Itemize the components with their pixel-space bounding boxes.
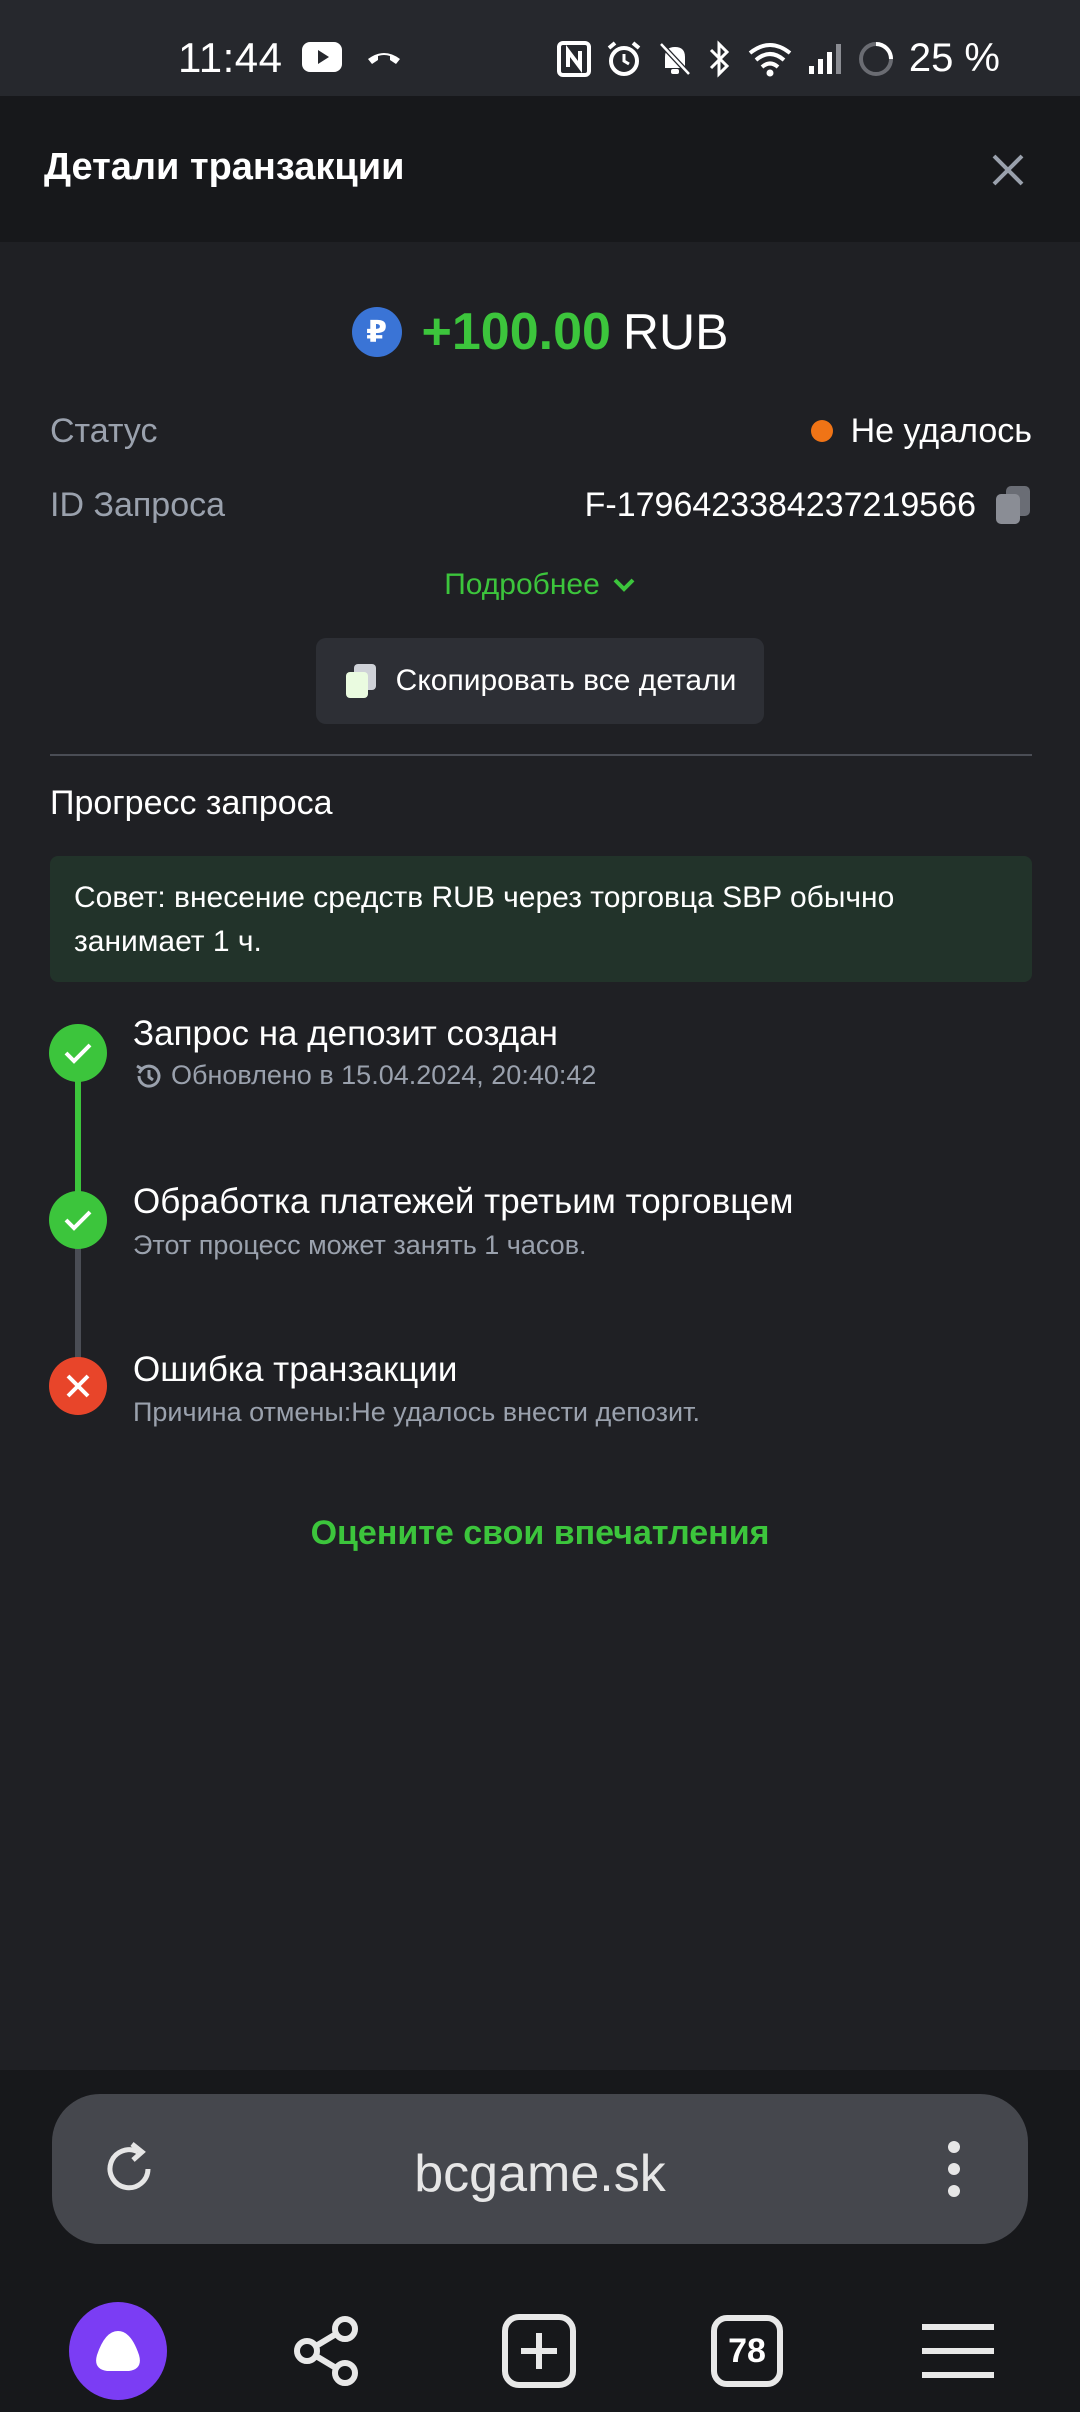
history-icon <box>136 1064 161 1088</box>
step-subtitle: Этот процесс может занять 1 часов. <box>133 1230 587 1260</box>
alarm-icon <box>607 40 641 76</box>
tabs-button[interactable]: 78 <box>692 2296 802 2406</box>
step-title: Ошибка транзакции <box>133 1350 458 1389</box>
chevron-down-icon <box>613 578 635 592</box>
bell-off-icon <box>659 41 691 76</box>
request-id-row: ID Запроса F-1796423384237219566 <box>50 480 1032 530</box>
amount-currency: RUB <box>622 304 729 360</box>
copy-icon[interactable] <box>994 484 1032 526</box>
browser-nav: 78 <box>0 2296 1080 2406</box>
battery-level: 25 % <box>908 36 1000 80</box>
request-id-label: ID Запроса <box>50 485 226 524</box>
status-label: Статус <box>50 411 158 450</box>
status-bar: 11:44 25 % <box>0 0 1080 96</box>
status-value: Не удалось <box>850 411 1032 450</box>
copy-all-details-button[interactable]: Скопировать все детали <box>316 638 764 724</box>
tip-box: Совет: внесение средств RUB через торгов… <box>50 856 1032 982</box>
share-button[interactable] <box>272 2296 382 2406</box>
copy-all-label: Скопировать все детали <box>395 664 737 697</box>
request-id-value: F-1796423384237219566 <box>584 485 976 524</box>
step-title: Обработка платежей третьим торговцем <box>133 1182 794 1221</box>
status-row: Статус Не удалось <box>50 406 1032 456</box>
address-bar[interactable]: bcgame.sk <box>52 2094 1028 2244</box>
signal-icon <box>808 43 841 74</box>
url-text: bcgame.sk <box>414 2145 666 2203</box>
menu-button[interactable] <box>903 2296 1013 2406</box>
alice-button[interactable] <box>63 2296 173 2406</box>
close-icon <box>66 1374 90 1398</box>
header: Детали транзакции <box>0 96 1080 242</box>
step-updated-time: Обновлено в 15.04.2024, 20:40:42 <box>171 1060 597 1090</box>
more-details-label: Подробнее <box>444 568 600 601</box>
more-details-link[interactable]: Подробнее <box>0 568 1080 602</box>
nfc-icon <box>556 40 591 77</box>
new-tab-button[interactable] <box>484 2296 594 2406</box>
step-error-indicator <box>49 1357 107 1415</box>
alice-icon <box>69 2302 167 2400</box>
close-button[interactable] <box>986 148 1030 192</box>
bluetooth-icon <box>709 39 729 78</box>
step-done-indicator <box>49 1024 107 1082</box>
hamburger-menu-icon <box>922 2324 994 2378</box>
share-icon <box>294 2316 358 2386</box>
amount-value: +100.00 <box>421 303 611 361</box>
step-subtitle: Причина отмены:Не удалось внести депозит… <box>133 1397 700 1427</box>
progress-title: Прогресс запроса <box>50 784 333 822</box>
page-title: Детали транзакции <box>44 146 405 188</box>
tabs-count: 78 <box>711 2315 783 2387</box>
close-icon <box>992 154 1024 186</box>
rate-experience-link[interactable]: Оцените свои впечатления <box>0 1514 1080 1553</box>
check-icon <box>64 1210 92 1231</box>
step-subtitle: Обновлено в 15.04.2024, 20:40:42 <box>133 1060 596 1091</box>
plus-square-icon <box>502 2314 576 2388</box>
step-title: Запрос на депозит создан <box>133 1014 558 1053</box>
status-dot <box>810 420 833 442</box>
status-time: 11:44 <box>178 34 283 81</box>
step-done-indicator <box>49 1191 107 1249</box>
ruble-coin-icon: ₽ <box>351 307 402 357</box>
copy-icon <box>345 664 376 698</box>
wifi-icon <box>748 42 792 76</box>
amount-row: ₽ +100.00 RUB <box>0 300 1080 364</box>
battery-ring-icon <box>858 41 893 76</box>
youtube-icon <box>302 42 342 72</box>
divider <box>50 754 1032 756</box>
phone-icon <box>368 53 400 64</box>
check-icon <box>64 1043 92 1064</box>
more-vertical-icon[interactable] <box>944 2138 964 2200</box>
